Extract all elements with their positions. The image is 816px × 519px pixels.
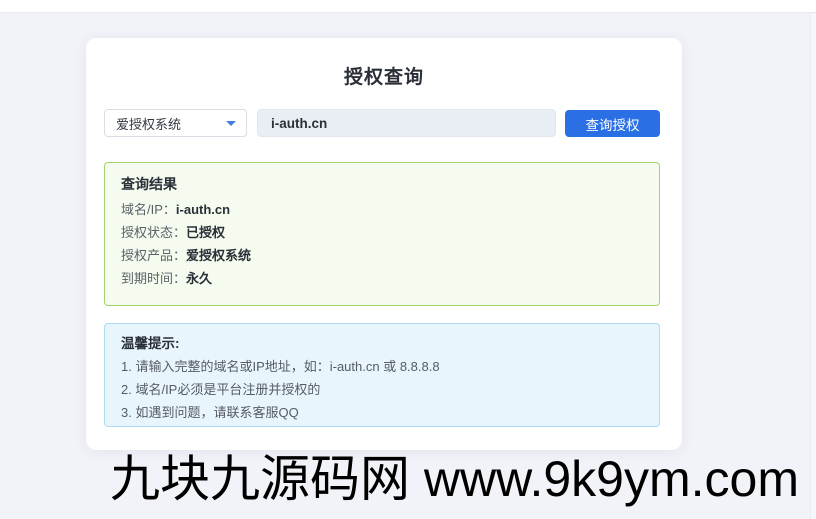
chevron-down-icon — [226, 121, 236, 126]
result-row-label: 到期时间： — [121, 271, 187, 286]
tips-title: 温馨提示: — [121, 336, 180, 351]
result-row-expiry: 到期时间：永久 — [121, 272, 643, 286]
result-rows: 域名/IP：i-auth.cn 授权状态：已授权 授权产品：爱授权系统 到期时间… — [121, 203, 643, 286]
result-row-label: 授权状态： — [121, 225, 187, 240]
tips-list: 1. 请输入完整的域名或IP地址，如：i-auth.cn 或 8.8.8.8 2… — [121, 360, 643, 420]
tip-item: 2. 域名/IP必须是平台注册并授权的 — [121, 382, 321, 397]
result-row-label: 域名/IP： — [121, 202, 176, 217]
result-row-value: 永久 — [186, 271, 213, 286]
result-row-value: 爱授权系统 — [186, 248, 252, 263]
query-form: 爱授权系统 查询授权 — [104, 109, 660, 137]
result-row-status: 授权状态：已授权 — [121, 226, 643, 240]
result-row-domain: 域名/IP：i-auth.cn — [121, 203, 643, 217]
tip-item: 1. 请输入完整的域名或IP地址，如：i-auth.cn 或 8.8.8.8 — [121, 359, 440, 374]
result-row-value: 已授权 — [186, 225, 226, 240]
query-result-panel: 查询结果 域名/IP：i-auth.cn 授权状态：已授权 授权产品：爱授权系统… — [104, 162, 660, 306]
query-auth-button[interactable]: 查询授权 — [565, 110, 660, 137]
scrollbar-track[interactable] — [810, 14, 816, 519]
top-strip — [0, 0, 816, 13]
result-title: 查询结果 — [121, 176, 177, 192]
result-row-value: i-auth.cn — [175, 202, 231, 217]
product-select[interactable]: 爱授权系统 — [104, 109, 247, 137]
product-select-value: 爱授权系统 — [116, 116, 182, 132]
domain-input[interactable] — [257, 109, 556, 137]
tips-panel: 温馨提示: 1. 请输入完整的域名或IP地址，如：i-auth.cn 或 8.8… — [104, 323, 660, 427]
auth-query-card: 授权查询 爱授权系统 查询授权 查询结果 域名/IP：i-auth.cn 授权状… — [86, 38, 682, 450]
watermark-text: 九块九源码网 www.9k9ym.com — [110, 451, 799, 507]
tip-item: 3. 如遇到问题，请联系客服QQ — [121, 405, 299, 420]
page-title: 授权查询 — [343, 67, 424, 88]
result-row-label: 授权产品： — [121, 248, 187, 263]
result-row-product: 授权产品：爱授权系统 — [121, 249, 643, 263]
